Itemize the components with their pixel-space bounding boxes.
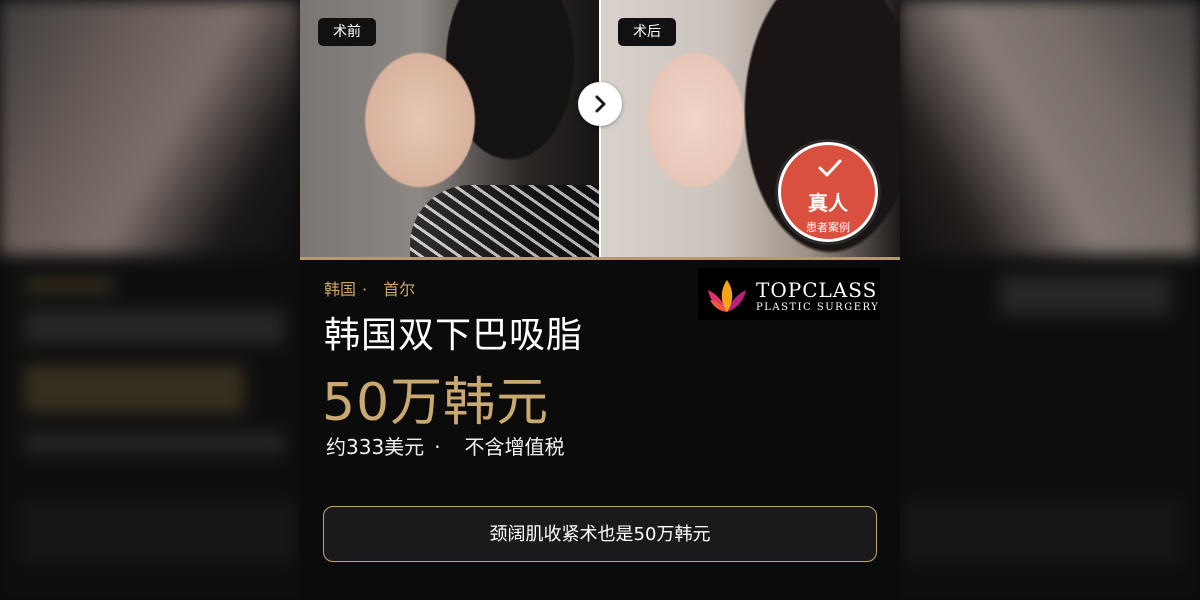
lotus-logo-icon [708, 280, 746, 312]
blurred-background-left [0, 0, 300, 600]
location-country: 韩国 [324, 280, 357, 299]
badge-sub-text: 患者案例 [806, 221, 850, 234]
usd-price: 约333美元 [326, 435, 425, 459]
procedure-card[interactable]: 术前 术后 真人 患者案例 韩国 · 首尔 TOPCLASS PLASTIC SUR… [300, 0, 900, 600]
after-tag: 术后 [618, 18, 676, 46]
procedure-title: 韩国双下巴吸脂 [324, 315, 584, 356]
price-details: 约333美元 · 不含增值税 [326, 431, 575, 460]
next-button[interactable] [578, 82, 622, 126]
related-procedure-button[interactable]: 颈阔肌收紧术也是50万韩元 [323, 506, 877, 562]
chevron-right-icon [595, 95, 606, 113]
location: 韩国 · 首尔 [324, 276, 421, 300]
blurred-background-right [900, 0, 1200, 600]
topclass-logo: TOPCLASS PLASTIC SURGERY [698, 268, 880, 320]
procedure-info: 韩国 · 首尔 TOPCLASS PLASTIC SURGERY 韩国双下巴吸脂 5… [300, 260, 900, 600]
logo-subtitle: PLASTIC SURGERY [756, 302, 880, 313]
photo-divider [599, 0, 601, 257]
tax-note: 不含增值税 [464, 435, 565, 459]
price: 50万韩元 [322, 373, 550, 433]
logo-name: TOPCLASS [756, 278, 878, 302]
before-tag: 术前 [318, 18, 376, 46]
check-icon [818, 159, 842, 177]
real-patient-badge: 真人 患者案例 [778, 142, 878, 242]
location-city: 首尔 [383, 280, 416, 299]
price-separator: · [434, 435, 441, 459]
badge-main-text: 真人 [808, 191, 848, 215]
location-separator: · [362, 280, 368, 299]
